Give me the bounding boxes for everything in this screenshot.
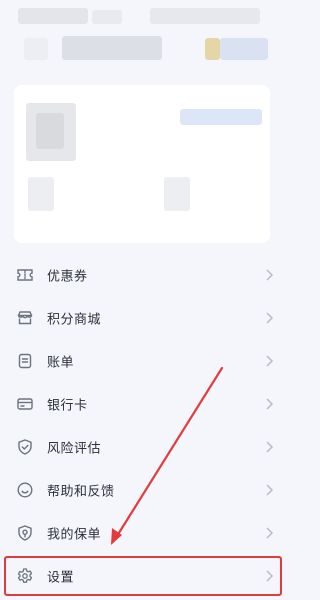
blurred-badge xyxy=(205,38,220,60)
blurred-username xyxy=(18,8,88,24)
menu-item-label: 帮助和反馈 xyxy=(47,484,115,500)
chevron-right-icon xyxy=(266,527,274,539)
chevron-right-icon xyxy=(266,312,274,324)
blurred-subline-1 xyxy=(24,38,48,60)
menu-item-label: 优惠券 xyxy=(47,269,88,285)
help-smile-icon xyxy=(16,481,34,499)
blurred-avatar-inner xyxy=(36,113,64,149)
chevron-right-icon xyxy=(266,398,274,410)
menu-item-label: 账单 xyxy=(47,355,75,371)
menu-item-label: 风险评估 xyxy=(47,441,102,457)
store-icon xyxy=(16,309,34,327)
shield-check-icon xyxy=(16,438,34,456)
blurred-badge-2 xyxy=(220,38,268,60)
chevron-right-icon xyxy=(266,269,274,281)
ticket-icon xyxy=(16,266,34,284)
blurred-subline-2 xyxy=(62,36,162,60)
menu-item-points-mall[interactable]: 积分商城 xyxy=(0,297,290,339)
menu-item-help-feedback[interactable]: 帮助和反馈 xyxy=(0,469,290,511)
blurred-header-text xyxy=(92,10,122,24)
menu-item-my-policies[interactable]: 我的保单 xyxy=(0,512,290,554)
menu-item-risk-assessment[interactable]: 风险评估 xyxy=(0,426,290,468)
menu-item-bank-card[interactable]: 银行卡 xyxy=(0,383,290,425)
bank-card-icon xyxy=(16,395,34,413)
blurred-header-right xyxy=(150,8,260,24)
bill-icon xyxy=(16,352,34,370)
blurred-card-tag xyxy=(180,109,262,125)
menu-item-bill[interactable]: 账单 xyxy=(0,340,290,382)
menu-item-coupons[interactable]: 优惠券 xyxy=(0,254,290,296)
account-card xyxy=(14,85,270,243)
menu-item-label: 积分商城 xyxy=(47,312,102,328)
policy-shield-icon xyxy=(16,524,34,542)
blurred-stat-2 xyxy=(164,177,190,211)
menu-item-label: 我的保单 xyxy=(47,527,102,543)
blurred-stat-1 xyxy=(28,177,54,211)
settings-highlight-box xyxy=(4,556,282,596)
chevron-right-icon xyxy=(266,355,274,367)
chevron-right-icon xyxy=(266,441,274,453)
menu-item-label: 银行卡 xyxy=(47,398,88,414)
chevron-right-icon xyxy=(266,484,274,496)
